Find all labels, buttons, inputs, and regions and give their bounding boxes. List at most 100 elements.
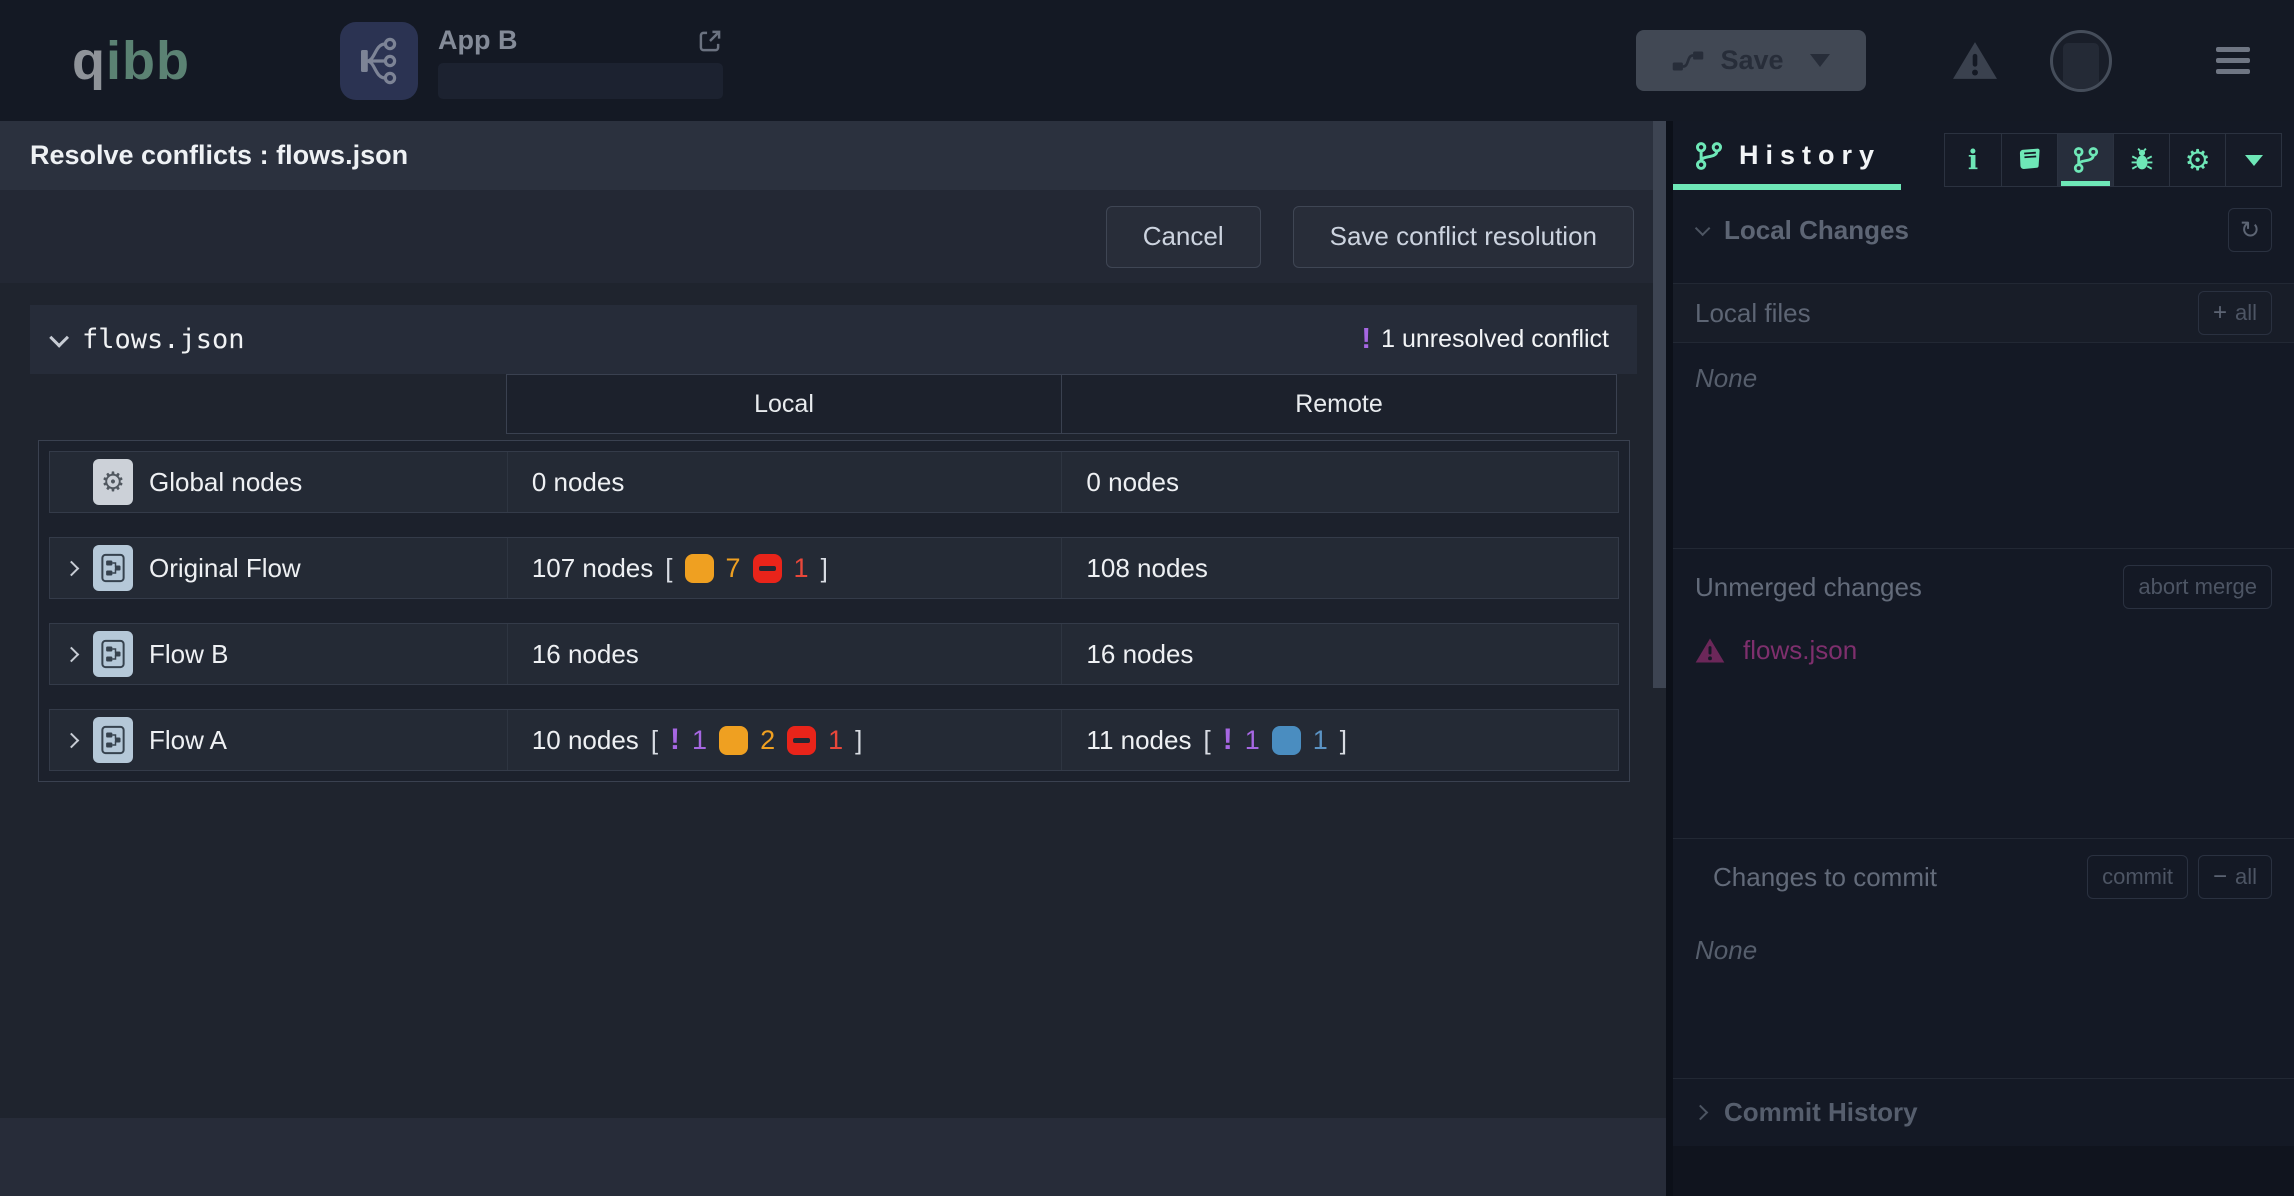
- expand-chevron-icon[interactable]: [64, 560, 80, 576]
- node-count: 0 nodes: [532, 467, 625, 498]
- tab-info[interactable]: i: [1945, 134, 2001, 186]
- table-row[interactable]: Original Flow107 nodes[71]108 nodes: [49, 537, 1619, 599]
- warning-triangle-icon: [1695, 637, 1725, 664]
- cancel-button[interactable]: Cancel: [1106, 206, 1261, 268]
- logo-ibb: ibb: [106, 31, 190, 91]
- abort-merge-button[interactable]: abort merge: [2123, 565, 2272, 609]
- changes-to-commit-empty: None: [1673, 915, 2294, 975]
- external-link-icon[interactable]: [697, 28, 723, 54]
- app-name: App B: [438, 25, 517, 56]
- git-branch-icon: [2073, 147, 2099, 173]
- conflict-status-text: 1 unresolved conflict: [1381, 325, 1609, 354]
- tab-more[interactable]: [2225, 134, 2281, 186]
- main-menu-button[interactable]: [2216, 47, 2250, 74]
- node-count: 10 nodes: [532, 725, 639, 756]
- vertical-scrollbar[interactable]: [1653, 121, 1666, 688]
- local-cell: 16 nodes: [507, 624, 1062, 684]
- badge-count: 7: [726, 553, 741, 584]
- tab-settings[interactable]: ⚙: [2169, 134, 2225, 186]
- flow-icon: [93, 545, 133, 591]
- node-count: 0 nodes: [1086, 467, 1179, 498]
- logo-q: q: [72, 31, 106, 91]
- conflict-bang-icon: !: [1361, 325, 1371, 354]
- book-icon: [2017, 147, 2043, 173]
- remote-cell: 16 nodes: [1061, 624, 1618, 684]
- chevron-down-icon: [2245, 155, 2263, 166]
- expand-chevron-icon[interactable]: [64, 732, 80, 748]
- bracket-open: [: [665, 553, 672, 584]
- fan-out-icon: [357, 36, 401, 86]
- chevron-down-icon: [1695, 220, 1711, 236]
- row-header-cell: Original Flow: [50, 538, 507, 598]
- badge-count: 1: [828, 725, 843, 756]
- main-area: Resolve conflicts : flows.json Cancel Sa…: [0, 121, 1666, 1196]
- tab-debug[interactable]: [2113, 134, 2169, 186]
- flow-icon: [93, 717, 133, 763]
- refresh-button[interactable]: ↻: [2228, 208, 2272, 252]
- deploy-save-button[interactable]: Save: [1636, 30, 1866, 91]
- save-button-label: Save: [1720, 45, 1783, 76]
- app-root: qibb App B: [0, 0, 2294, 1196]
- node-count: 16 nodes: [532, 639, 639, 670]
- avatar-placeholder: [2063, 43, 2099, 89]
- section-local-changes[interactable]: Local Changes ↻: [1673, 190, 2294, 270]
- badge-count: 1: [1245, 725, 1260, 756]
- local-files-empty: None: [1673, 343, 2294, 403]
- row-header-cell: Flow B: [50, 624, 507, 684]
- user-avatar[interactable]: [2050, 30, 2112, 92]
- section-commit-history[interactable]: Commit History: [1673, 1078, 2294, 1146]
- flow-icon: [93, 631, 133, 677]
- topbar-actions: Save: [1636, 30, 2294, 92]
- save-caret-icon: [1810, 54, 1830, 67]
- file-conflict-panel: flows.json ! 1 unresolved conflict Local…: [30, 305, 1637, 782]
- unmerged-file-row[interactable]: flows.json: [1673, 625, 2294, 675]
- panel-divider: [1666, 121, 1673, 1196]
- table-row: ⚙Global nodes 0 nodes 0 nodes: [49, 451, 1619, 513]
- app-flow-icon[interactable]: [340, 22, 418, 100]
- tab-library[interactable]: [2001, 134, 2057, 186]
- table-row[interactable]: Flow A10 nodes[!121]11 nodes[!11]: [49, 709, 1619, 771]
- bracket-open: [: [1203, 725, 1210, 756]
- bug-icon: [2129, 147, 2155, 173]
- commit-button[interactable]: commit: [2087, 855, 2188, 899]
- table-row[interactable]: Flow B 16 nodes 16 nodes: [49, 623, 1619, 685]
- collapse-chevron-icon[interactable]: [49, 327, 69, 347]
- stage-all-label: all: [2235, 300, 2257, 326]
- row-label: Flow B: [149, 639, 228, 670]
- unstage-all-button[interactable]: − all: [2198, 855, 2272, 899]
- tab-history[interactable]: [2057, 134, 2113, 186]
- local-cell: 10 nodes[!121]: [507, 710, 1062, 770]
- info-icon: i: [1968, 147, 1978, 174]
- stage-all-button[interactable]: + all: [2198, 291, 2272, 335]
- changed-badge-icon: [719, 726, 748, 755]
- history-sidebar: History i: [1673, 121, 2294, 1196]
- node-count: 108 nodes: [1086, 553, 1207, 584]
- conflict-filename: flows.json: [82, 324, 245, 355]
- badge-count: 1: [1313, 725, 1328, 756]
- save-conflict-resolution-button[interactable]: Save conflict resolution: [1293, 206, 1634, 268]
- bracket-close: ]: [1340, 725, 1347, 756]
- qibb-logo[interactable]: qibb: [72, 34, 190, 88]
- deploy-icon: [1672, 49, 1704, 73]
- row-header-cell: ⚙Global nodes: [50, 452, 507, 512]
- expand-chevron-icon[interactable]: [64, 646, 80, 662]
- plus-icon: +: [2213, 301, 2227, 325]
- row-label: Global nodes: [149, 467, 302, 498]
- local-changes-label: Local Changes: [1724, 215, 1909, 246]
- alerts-button[interactable]: [1952, 40, 1998, 81]
- node-count: 107 nodes: [532, 553, 653, 584]
- page-title: Resolve conflicts : flows.json: [0, 121, 1666, 190]
- file-panel-header[interactable]: flows.json ! 1 unresolved conflict: [30, 305, 1637, 374]
- changes-to-commit-label: Changes to commit: [1713, 862, 1937, 893]
- sidebar-title: History: [1739, 140, 1881, 171]
- unmerged-file-name: flows.json: [1743, 635, 1857, 666]
- sidebar-title-underline: [1673, 184, 1901, 190]
- badge-count: 1: [692, 725, 707, 756]
- section-changes-to-commit: Changes to commit commit − all: [1673, 838, 2294, 915]
- unmerged-label: Unmerged changes: [1695, 572, 1922, 603]
- conflict-table-body: ⚙Global nodes 0 nodes 0 nodes Original Flow…: [38, 440, 1630, 782]
- topbar: qibb App B: [0, 0, 2294, 121]
- node-count: 11 nodes: [1086, 725, 1191, 756]
- added-badge-icon: [1272, 726, 1301, 755]
- row-header-cell: Flow A: [50, 710, 507, 770]
